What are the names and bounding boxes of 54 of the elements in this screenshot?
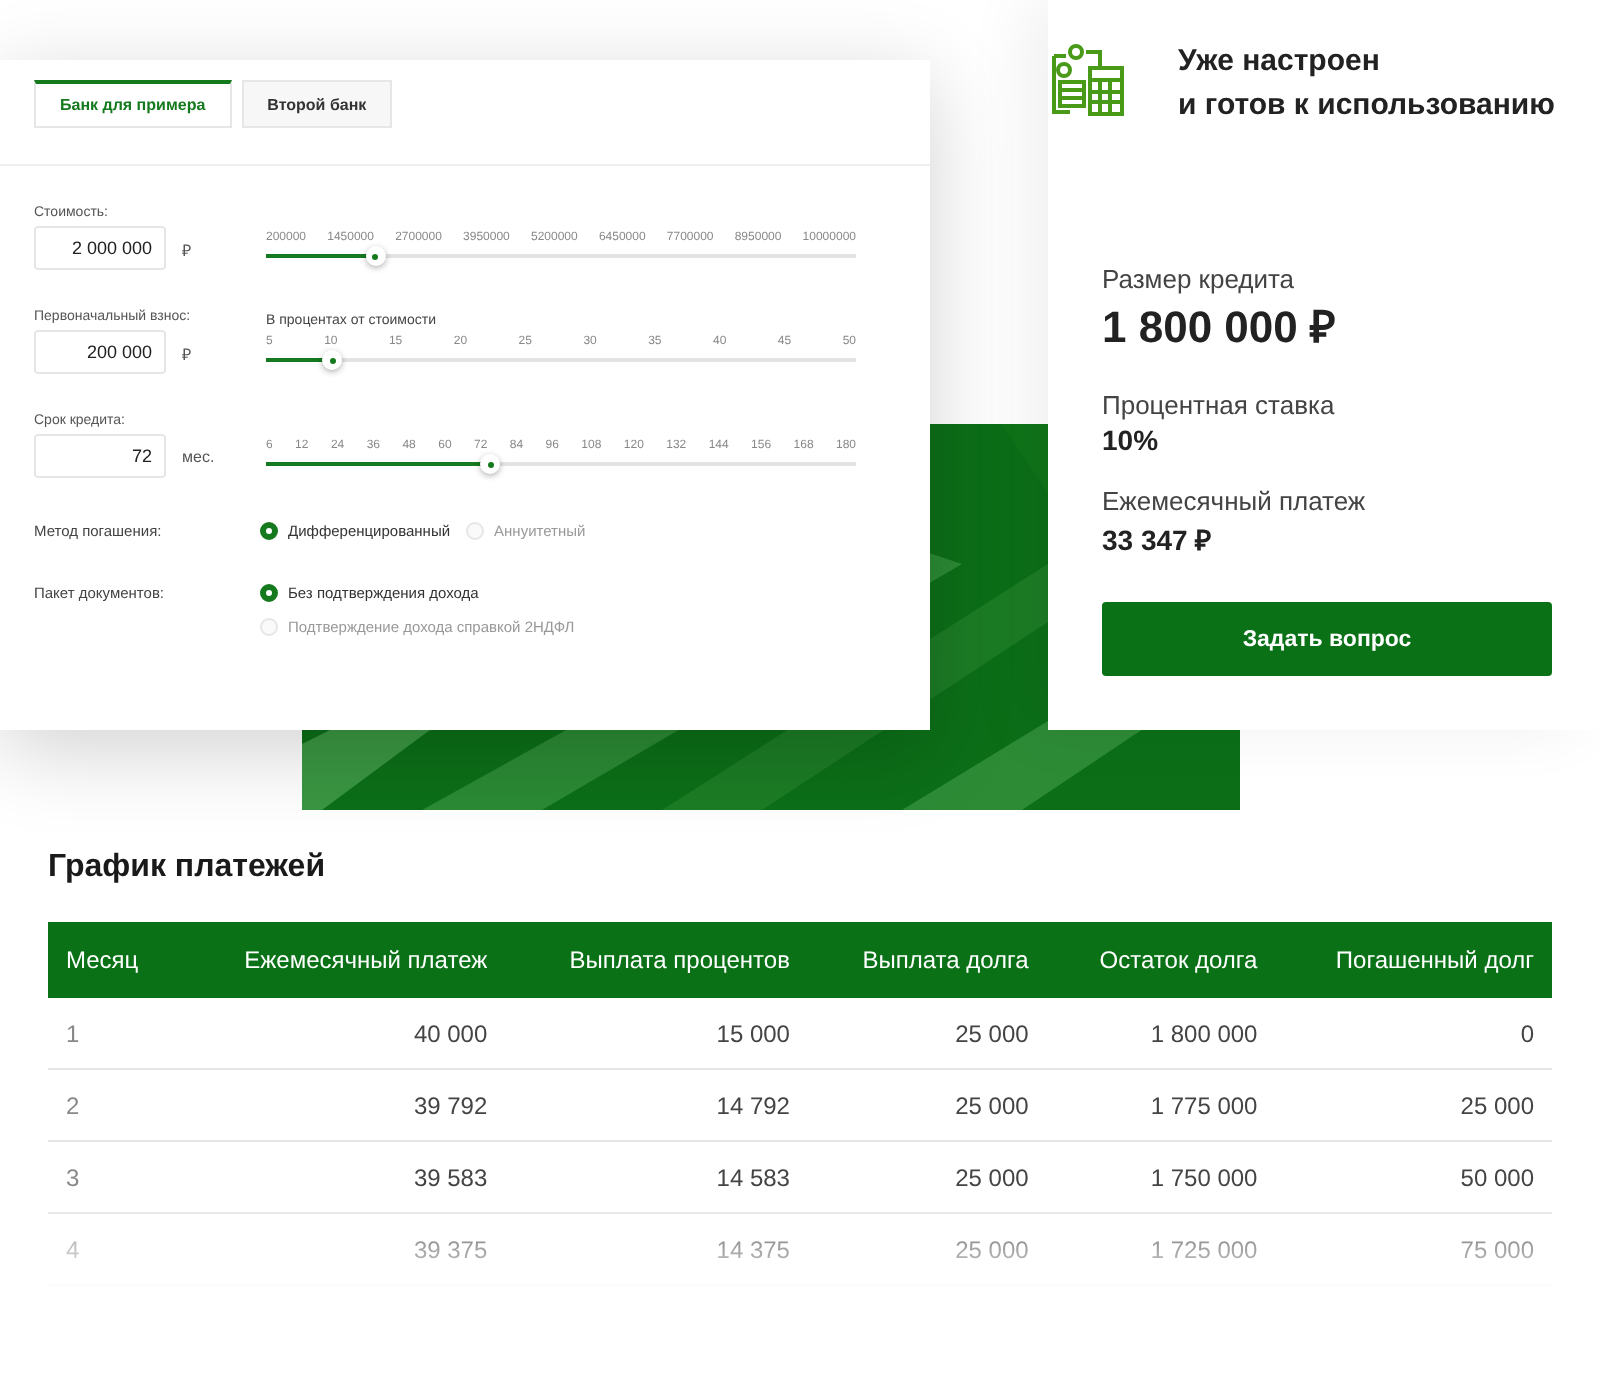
result-value: 33 347 ₽ [1102,522,1214,558]
table-cell: 14 583 [505,1141,808,1213]
column-header: Месяц [48,922,176,998]
table-cell: 25 000 [807,1213,1047,1285]
table-cell: 39 583 [175,1141,506,1213]
section-title: График платежей [48,850,328,886]
headline: Уже настроен [1178,42,1382,82]
input-field[interactable]: 200 000 [34,330,166,374]
ask-question-button[interactable]: Задать вопрос [1102,602,1552,676]
calculator-coins-icon [1048,40,1128,120]
table-cell: 1 725 000 [1046,1213,1276,1285]
table-cell: 1 750 000 [1046,1141,1276,1213]
table-cell: 14 792 [505,1069,808,1141]
column-header: Остаток долга [1046,922,1276,998]
unit-label: ₽ [182,343,192,363]
column-header: Погашенный долг [1275,922,1552,998]
slider-thumb[interactable] [322,350,343,370]
bank-tab[interactable]: Второй банк [241,80,393,128]
slider-thumb[interactable] [365,246,386,266]
result-value: 10% [1102,424,1161,456]
table-cell: 75 000 [1275,1213,1552,1285]
bank-tab[interactable]: Банк для примера [34,80,232,128]
table-cell: 40 000 [175,998,506,1069]
column-header: Выплата процентов [505,922,808,998]
table-cell: 39 375 [175,1213,506,1285]
table-cell: 1 775 000 [1046,1069,1276,1141]
slider-thumb[interactable] [480,454,501,474]
input-field[interactable]: 2 000 000 [34,226,166,270]
unit-label: мес. [182,447,215,465]
table-cell: 15 000 [505,998,808,1069]
table-cell: 3 [48,1141,176,1213]
table-cell: 39 792 [175,1069,506,1141]
radio-button[interactable] [260,584,278,602]
result-label: Размер кредита [1102,264,1297,294]
result-label: Ежемесячный платеж [1102,486,1368,516]
table-cell: 25 000 [1275,1069,1552,1141]
column-header: Ежемесячный платеж [175,922,506,998]
table-cell: 14 375 [505,1213,808,1285]
result-label: Процентная ставка [1102,390,1337,420]
table-cell: 0 [1275,998,1552,1069]
radio-button[interactable] [260,522,278,540]
column-header: Выплата долга [807,922,1047,998]
table-cell: 1 [48,998,176,1069]
table-cell: 50 000 [1275,1141,1552,1213]
table-cell: 1 800 000 [1046,998,1276,1069]
headline: и готов к использованию [1178,86,1555,126]
unit-label: ₽ [182,239,192,259]
result-value: 1 800 000 ₽ [1102,300,1338,354]
table-cell: 4 [48,1213,176,1285]
table-cell: 25 000 [807,1141,1047,1213]
input-field[interactable]: 72 [34,434,166,478]
table-cell: 25 000 [807,998,1047,1069]
table-cell: 2 [48,1069,176,1141]
table-cell: 25 000 [807,1069,1047,1141]
